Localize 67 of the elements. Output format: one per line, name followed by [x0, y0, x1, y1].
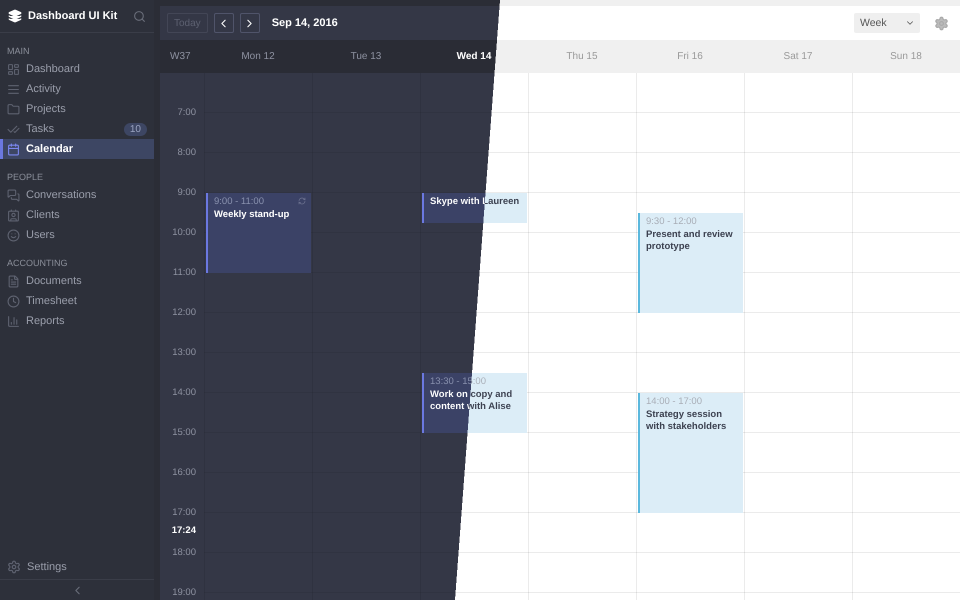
- hour-label: 13:00: [172, 346, 196, 360]
- next-button[interactable]: [240, 13, 260, 33]
- hour-label: 15:00: [172, 426, 196, 440]
- bar-chart-icon: [7, 314, 20, 328]
- hour-label: 10:00: [172, 226, 196, 240]
- hour-label: 12:00: [172, 306, 196, 320]
- nav-item[interactable]: Calendar: [0, 139, 154, 159]
- face-icon: [7, 228, 20, 242]
- day-header: Mon 12: [240, 50, 276, 64]
- event-time: 9:00 - 11:00: [214, 196, 264, 207]
- nav-item[interactable]: Activity: [0, 79, 154, 99]
- double-check-icon: [7, 122, 20, 136]
- event-title: Strategy session with stakeholders: [646, 409, 728, 433]
- nav-item[interactable]: Dashboard: [0, 59, 154, 79]
- contact-card-icon: [7, 208, 20, 222]
- week-number: W37: [169, 50, 192, 64]
- search-icon[interactable]: [133, 10, 146, 22]
- view-dropdown[interactable]: Week: [854, 13, 920, 33]
- section-title: PEOPLE: [6, 172, 44, 182]
- layers-logo-icon: [8, 9, 22, 23]
- dashboard-icon: [7, 62, 20, 76]
- chat-icon: [7, 188, 20, 202]
- day-header: Fri 16: [676, 50, 704, 64]
- hour-label: 19:00: [172, 586, 196, 600]
- document-icon: [7, 274, 20, 288]
- nav-item[interactable]: Clients: [0, 205, 154, 225]
- previous-button[interactable]: [214, 13, 234, 33]
- event-time: 14:00 - 17:00: [646, 396, 702, 407]
- nav-item[interactable]: Conversations: [0, 185, 154, 205]
- folder-icon: [7, 102, 20, 116]
- nav-item[interactable]: Documents: [0, 271, 154, 291]
- event-time: 9:30 - 12:00: [646, 216, 697, 227]
- clock-icon: [7, 294, 20, 308]
- hour-label: 18:00: [172, 546, 196, 560]
- hour-label: 9:00: [178, 186, 196, 200]
- day-header: Thu 15: [565, 50, 599, 64]
- section-title: ACCOUNTING: [6, 258, 68, 268]
- nav-item[interactable]: Timesheet: [0, 291, 154, 311]
- count-badge: 10: [124, 122, 147, 136]
- calendar-event[interactable]: 9:30 - 12:00 Present and review prototype: [638, 213, 743, 313]
- day-header: Tue 13: [350, 50, 382, 64]
- settings-icon: [7, 560, 21, 574]
- nav-item[interactable]: Projects: [0, 99, 154, 119]
- hour-label: 14:00: [172, 386, 196, 400]
- nav-item[interactable]: Tasks 10: [0, 119, 154, 139]
- nav-item[interactable]: Reports: [0, 311, 154, 331]
- event-title: Present and review prototype: [646, 229, 734, 253]
- hour-label: 8:00: [178, 146, 196, 160]
- hour-label: 16:00: [172, 466, 196, 480]
- current-date: Sep 14, 2016: [272, 17, 339, 29]
- calendar-event[interactable]: 9:00 - 11:00 Weekly stand-up: [206, 193, 311, 273]
- settings-icon[interactable]: [934, 16, 949, 30]
- nav-item[interactable]: Users: [0, 225, 154, 245]
- hour-label: 11:00: [172, 266, 196, 280]
- hour-label: 17:00: [172, 506, 196, 520]
- current-time-label: 17:24: [172, 524, 196, 538]
- event-title: Weekly stand-up: [214, 209, 290, 221]
- hour-label: 7:00: [178, 106, 196, 120]
- day-header: Sun 18: [889, 50, 923, 64]
- settings-item[interactable]: Settings: [0, 555, 154, 579]
- day-header: Sat 17: [782, 50, 814, 64]
- day-header: Wed 14: [456, 50, 492, 64]
- list-icon: [7, 82, 20, 96]
- calendar-icon: [7, 142, 20, 156]
- brand-name: Dashboard UI Kit: [28, 10, 118, 22]
- section-title: MAIN: [6, 46, 30, 56]
- calendar-event[interactable]: 14:00 - 17:00 Strategy session with stakeholders: [638, 393, 743, 513]
